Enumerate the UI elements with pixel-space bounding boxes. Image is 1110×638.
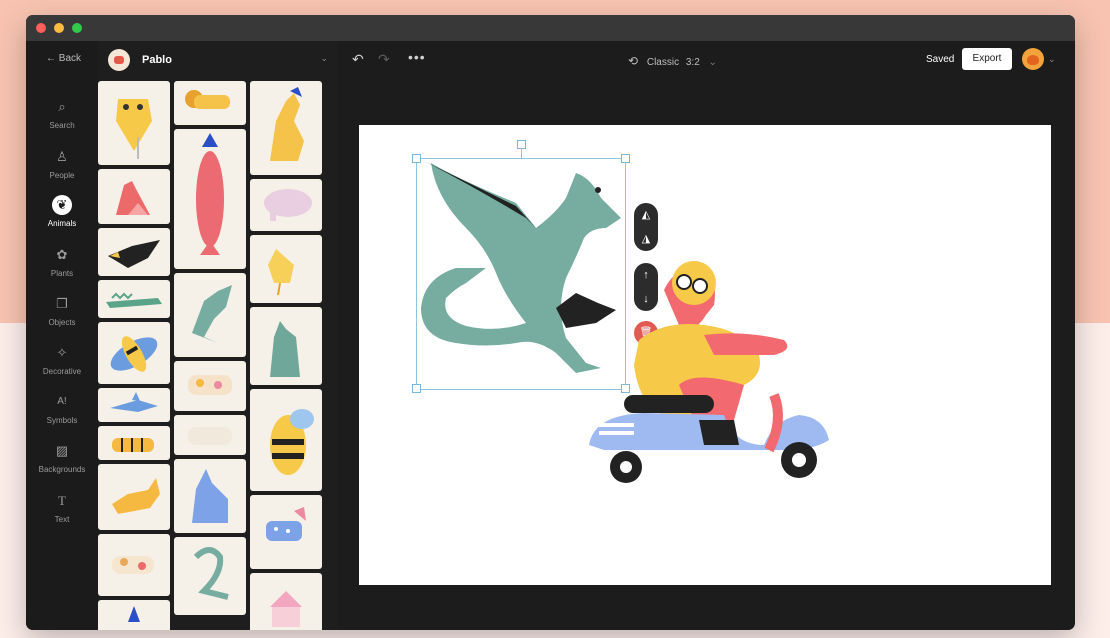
illustration-set-selector[interactable]: Pablo ⌄ xyxy=(98,41,338,81)
flip-horizontal-button[interactable]: ◭ xyxy=(634,203,658,227)
thumb-chick[interactable] xyxy=(250,235,322,303)
design-canvas[interactable]: ◭ ◮ ↑ ↓ 🗑 xyxy=(359,125,1051,585)
nav-decorative[interactable]: ✧ Decorative xyxy=(26,343,98,376)
search-icon: ⌕ xyxy=(58,99,66,114)
nav-decorative-label: Decorative xyxy=(42,367,82,376)
format-mode: Classic xyxy=(646,57,680,68)
redo-icon[interactable]: ↷ xyxy=(378,51,390,68)
editor-toolbar: ↶ ↷ ••• ⟲ Classic 3:2 ⌄ Saved Export ⌄ xyxy=(338,41,1075,81)
thumb-dog[interactable] xyxy=(98,464,170,530)
chevron-down-icon: ⌄ xyxy=(708,57,717,68)
save-status: Saved xyxy=(926,54,955,65)
back-label: Back xyxy=(58,53,82,64)
chevron-down-icon: ⌄ xyxy=(320,53,328,63)
nav-symbols-label: Symbols xyxy=(46,416,78,425)
text-icon: T xyxy=(58,493,66,508)
minimize-window-button[interactable] xyxy=(54,23,64,33)
nav-backgrounds[interactable]: ▨ Backgrounds xyxy=(26,441,98,474)
nav-people-label: People xyxy=(49,171,75,180)
nav-text[interactable]: T Text xyxy=(26,491,98,524)
pablo-avatar xyxy=(108,49,130,71)
back-button[interactable]: ← Back xyxy=(46,53,81,64)
format-ratio: 3:2 xyxy=(685,57,700,68)
scooter-rider-illustration[interactable] xyxy=(584,245,844,485)
thumb-doghouse[interactable] xyxy=(250,573,322,630)
thumb-blue-bird[interactable] xyxy=(98,600,170,630)
thumb-polar-bear[interactable] xyxy=(174,415,246,455)
thumb-cat[interactable] xyxy=(250,307,322,385)
thumb-spotted-dog[interactable] xyxy=(98,534,170,596)
thumb-shark[interactable] xyxy=(98,388,170,422)
rotate-icon: ⟲ xyxy=(628,54,639,68)
nav-plants[interactable]: ✿ Plants xyxy=(26,245,98,278)
nav-animals-label: Animals xyxy=(47,219,77,228)
nav-search-label: Search xyxy=(49,121,75,130)
illustration-set-title: Pablo xyxy=(142,54,172,66)
thumb-bee-large[interactable] xyxy=(250,389,322,491)
arrow-left-icon: ← xyxy=(46,53,56,64)
resize-handle-bottom-left[interactable] xyxy=(412,384,421,393)
category-sidebar: ← Back ⌕ Search ♙ People ❦ Animals ✿ Pla… xyxy=(26,41,98,630)
nav-plants-label: Plants xyxy=(50,269,74,278)
thumb-horse[interactable] xyxy=(250,81,322,175)
thumb-crocodile[interactable] xyxy=(98,280,170,318)
paw-icon: ❦ xyxy=(52,195,72,215)
thumb-dragon-small[interactable] xyxy=(174,273,246,357)
export-button[interactable]: Export xyxy=(962,48,1012,70)
thumb-bee[interactable] xyxy=(98,322,170,384)
symbols-icon: A! xyxy=(57,396,67,407)
plant-icon: ✿ xyxy=(56,247,68,262)
maximize-window-button[interactable] xyxy=(72,23,82,33)
thumb-crow[interactable] xyxy=(98,228,170,276)
nav-search[interactable]: ⌕ Search xyxy=(26,97,98,130)
app-window: ← Back ⌕ Search ♙ People ❦ Animals ✿ Pla… xyxy=(26,15,1075,630)
nav-people[interactable]: ♙ People xyxy=(26,147,98,180)
objects-icon: ❐ xyxy=(56,296,68,311)
thumb-elephant[interactable] xyxy=(250,179,322,231)
user-avatar[interactable] xyxy=(1022,48,1044,70)
nav-backgrounds-label: Backgrounds xyxy=(38,465,86,474)
canvas-format-selector[interactable]: ⟲ Classic 3:2 ⌄ xyxy=(628,54,717,68)
thumb-wolf[interactable] xyxy=(174,459,246,533)
sparkle-icon: ✧ xyxy=(56,345,68,360)
thumb-lion[interactable] xyxy=(174,81,246,125)
thumb-fox[interactable] xyxy=(98,169,170,224)
image-icon: ▨ xyxy=(55,443,69,458)
animal-thumbnail-grid xyxy=(98,81,338,630)
thumb-fish[interactable] xyxy=(174,129,246,269)
nav-objects[interactable]: ❐ Objects xyxy=(26,294,98,327)
resize-handle-top-left[interactable] xyxy=(412,154,421,163)
resize-handle-top-right[interactable] xyxy=(621,154,630,163)
more-options-icon[interactable]: ••• xyxy=(408,49,426,65)
rotate-handle-line xyxy=(521,148,522,158)
undo-icon[interactable]: ↶ xyxy=(352,51,364,68)
chevron-down-icon[interactable]: ⌄ xyxy=(1048,54,1056,65)
nav-animals[interactable]: ❦ Animals xyxy=(26,195,98,228)
thumb-tiger[interactable] xyxy=(98,426,170,460)
window-titlebar xyxy=(26,15,1075,41)
person-icon: ♙ xyxy=(56,149,68,164)
close-window-button[interactable] xyxy=(36,23,46,33)
nav-objects-label: Objects xyxy=(48,318,76,327)
nav-symbols[interactable]: A! Symbols xyxy=(26,392,98,425)
nav-text-label: Text xyxy=(54,515,70,524)
thumb-snake[interactable] xyxy=(174,537,246,615)
thumb-owl[interactable] xyxy=(98,81,170,165)
thumb-zebra[interactable] xyxy=(250,495,322,569)
thumb-cow[interactable] xyxy=(174,361,246,411)
